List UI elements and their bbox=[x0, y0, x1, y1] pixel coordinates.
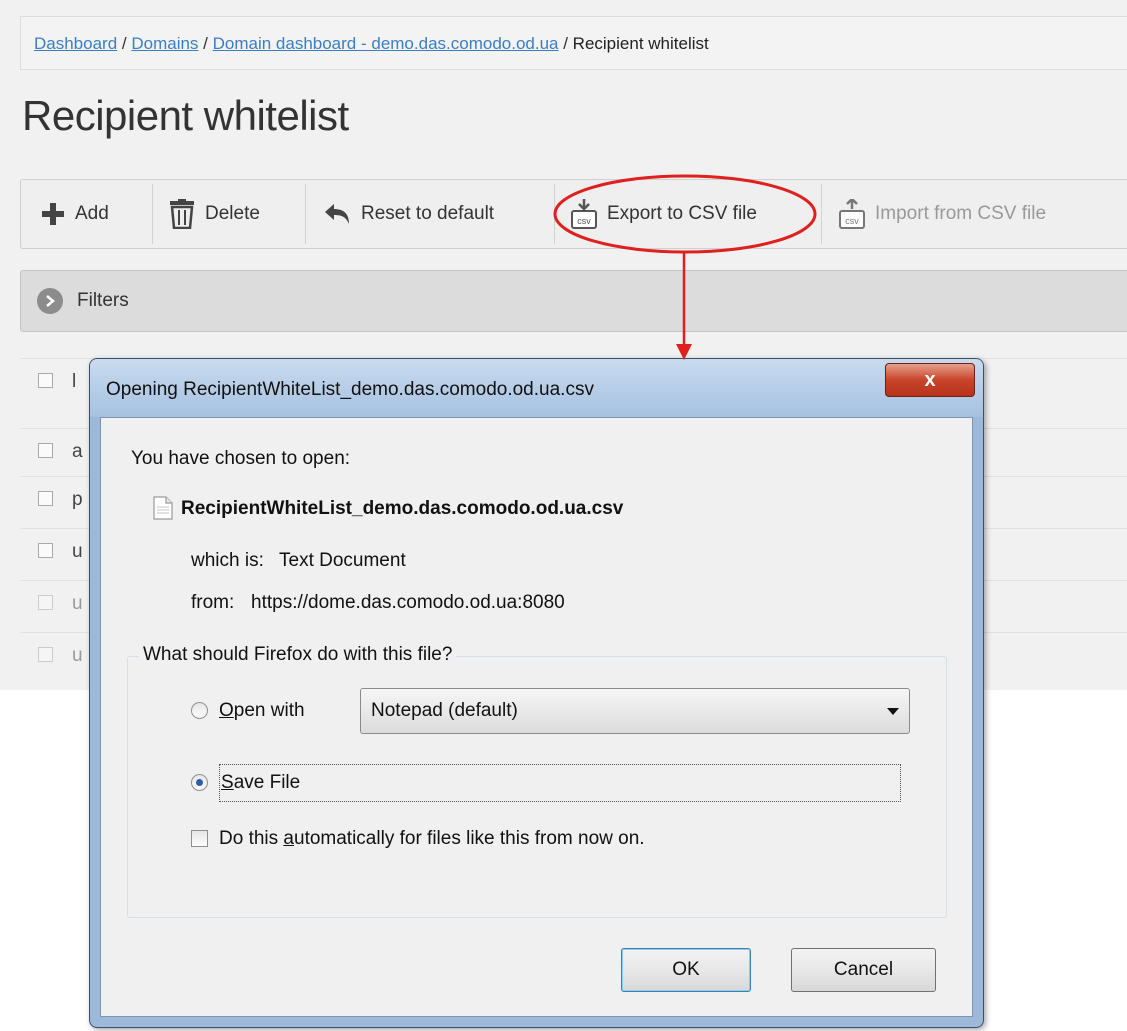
delete-label: Delete bbox=[205, 203, 260, 224]
file-open-dialog: Opening RecipientWhiteList_demo.das.como… bbox=[89, 358, 984, 1028]
mnemonic: O bbox=[219, 700, 234, 721]
breadcrumb-dashboard-link[interactable]: Dashboard bbox=[34, 34, 117, 53]
toolbar-divider bbox=[305, 184, 306, 244]
svg-text:csv: csv bbox=[577, 216, 591, 226]
dialog-body: You have chosen to open: RecipientWhiteL… bbox=[100, 417, 973, 1017]
add-label: Add bbox=[75, 203, 109, 224]
which-is-label: which is: bbox=[191, 550, 264, 571]
save-file-label[interactable]: Save File bbox=[221, 772, 300, 794]
mnemonic: S bbox=[221, 772, 234, 793]
add-button[interactable]: Add bbox=[41, 180, 109, 248]
chosen-to-open-label: You have chosen to open: bbox=[131, 448, 351, 469]
row-checkbox[interactable] bbox=[38, 443, 53, 458]
table-header-text: l bbox=[72, 371, 77, 392]
page-title: Recipient whitelist bbox=[22, 92, 349, 139]
dialog-title: Opening RecipientWhiteList_demo.das.como… bbox=[106, 379, 594, 400]
auto-action-checkbox[interactable] bbox=[191, 830, 208, 847]
table-cell: a bbox=[72, 441, 83, 462]
trash-icon bbox=[170, 199, 194, 229]
delete-button[interactable]: Delete bbox=[169, 180, 260, 248]
dialog-titlebar[interactable]: Opening RecipientWhiteList_demo.das.como… bbox=[90, 359, 983, 417]
table-cell: p bbox=[72, 489, 83, 510]
table-cell: u bbox=[72, 541, 83, 562]
action-group-legend: What should Firefox do with this file? bbox=[139, 644, 457, 666]
csv-export-icon: csv bbox=[571, 199, 597, 229]
save-file-radio[interactable] bbox=[191, 774, 208, 791]
save-file-label-text: ave File bbox=[233, 772, 301, 793]
breadcrumb-domains-link[interactable]: Domains bbox=[131, 34, 198, 53]
plus-icon bbox=[42, 203, 64, 225]
table-cell: u bbox=[72, 645, 83, 666]
open-with-label-text: pen with bbox=[233, 700, 305, 721]
toolbar-divider bbox=[821, 184, 822, 244]
breadcrumb: Dashboard / Domains / Domain dashboard -… bbox=[20, 16, 1127, 70]
reset-to-default-button[interactable]: Reset to default bbox=[323, 180, 494, 248]
select-all-checkbox[interactable] bbox=[38, 373, 53, 388]
mnemonic: a bbox=[283, 828, 294, 849]
breadcrumb-separator: / bbox=[198, 34, 213, 53]
breadcrumb-separator: / bbox=[558, 34, 573, 53]
row-checkbox[interactable] bbox=[38, 491, 53, 506]
chevron-right-icon bbox=[37, 288, 63, 314]
breadcrumb-current: Recipient whitelist bbox=[572, 34, 709, 53]
reset-label: Reset to default bbox=[361, 203, 495, 224]
source-url: https://dome.das.comodo.od.ua:8080 bbox=[251, 592, 565, 613]
import-label: Import from CSV file bbox=[875, 203, 1047, 224]
row-checkbox[interactable] bbox=[38, 543, 53, 558]
toolbar-divider bbox=[152, 184, 153, 244]
filters-panel[interactable]: Filters bbox=[20, 270, 1127, 332]
focus-outline bbox=[219, 764, 901, 802]
close-icon: x bbox=[924, 368, 936, 391]
file-type-value: Text Document bbox=[279, 550, 406, 571]
ok-label: OK bbox=[672, 959, 700, 980]
ok-button[interactable]: OK bbox=[621, 948, 751, 992]
open-with-app-select[interactable]: Notepad (default) bbox=[360, 688, 910, 734]
toolbar-divider bbox=[554, 184, 555, 244]
export-to-csv-button[interactable]: csv Export to CSV file bbox=[571, 180, 757, 248]
cancel-button[interactable]: Cancel bbox=[791, 948, 936, 992]
auto-action-rest: utomatically for files like this from no… bbox=[294, 828, 645, 849]
undo-icon bbox=[325, 204, 349, 224]
table-cell: u bbox=[72, 593, 83, 614]
document-icon bbox=[153, 496, 173, 520]
breadcrumb-domain-dashboard-link[interactable]: Domain dashboard - demo.das.comodo.od.ua bbox=[213, 34, 559, 53]
filters-label: Filters bbox=[77, 290, 129, 311]
open-with-radio[interactable] bbox=[191, 702, 208, 719]
csv-import-icon: csv bbox=[839, 199, 865, 229]
cancel-label: Cancel bbox=[833, 959, 894, 980]
breadcrumb-separator: / bbox=[117, 34, 132, 53]
auto-action-label[interactable]: Do this automatically for files like thi… bbox=[219, 828, 645, 850]
row-checkbox[interactable] bbox=[38, 595, 53, 610]
from-label: from: bbox=[191, 592, 235, 613]
auto-action-prefix: Do this bbox=[219, 828, 284, 849]
svg-text:csv: csv bbox=[845, 216, 859, 226]
file-name: RecipientWhiteList_demo.das.comodo.od.ua… bbox=[181, 498, 624, 519]
toolbar: Add Delete Reset to default csv Export t… bbox=[20, 179, 1127, 249]
open-with-label[interactable]: Open with bbox=[219, 700, 305, 722]
export-label: Export to CSV file bbox=[607, 203, 757, 224]
close-button[interactable]: x bbox=[885, 363, 975, 397]
row-checkbox[interactable] bbox=[38, 647, 53, 662]
import-from-csv-button[interactable]: csv Import from CSV file bbox=[839, 180, 1046, 248]
selected-app: Notepad (default) bbox=[371, 700, 518, 721]
dropdown-arrow-icon bbox=[887, 708, 899, 715]
